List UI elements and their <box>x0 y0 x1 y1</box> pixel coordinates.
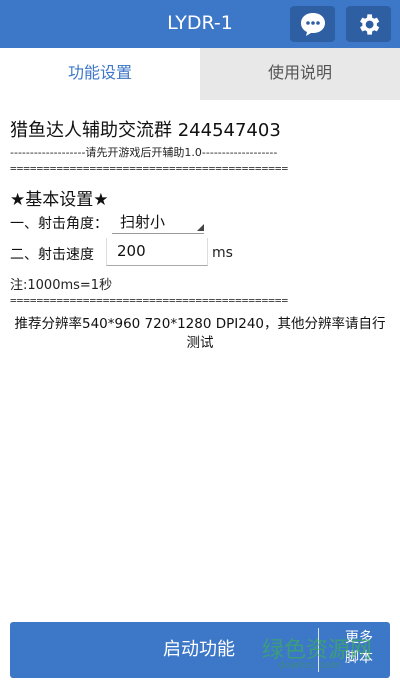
tab-bar: 功能设置 使用说明 <box>0 48 400 100</box>
separator: ========================================… <box>10 294 289 307</box>
section-title: ★基本设置★ <box>10 190 109 210</box>
dropdown-arrow-icon <box>197 224 204 231</box>
angle-label: 一、射击角度： <box>10 216 108 232</box>
angle-select-value: 扫射小 <box>120 213 166 231</box>
title-bar: LYDR-1 <box>0 0 400 48</box>
tab-instructions[interactable]: 使用说明 <box>200 48 400 100</box>
speed-input[interactable]: 200 <box>106 238 208 266</box>
watermark-url: downcc.com <box>278 660 341 671</box>
tab-function-settings[interactable]: 功能设置 <box>0 48 200 100</box>
chat-bubble-icon <box>301 13 325 36</box>
app-title: LYDR-1 <box>167 12 233 34</box>
group-info: 猎鱼达人辅助交流群 244547403 <box>10 120 281 141</box>
resolution-recommendation: 推荐分辨率540*960 720*1280 DPI240，其他分辨率请自行测试 <box>14 316 386 351</box>
angle-select[interactable]: 扫射小 <box>112 208 204 234</box>
gear-icon <box>360 14 380 35</box>
speed-unit: ms <box>212 245 233 261</box>
settings-button[interactable] <box>346 6 391 42</box>
speed-input-value: 200 <box>117 242 146 260</box>
chat-button[interactable] <box>290 6 335 42</box>
speed-label: 二、射击速度 <box>10 247 94 263</box>
note-text: 注:1000ms=1秒 <box>10 278 113 293</box>
separator: ========================================… <box>10 162 289 175</box>
notice-line: -------------------请先开游戏后开辅助1.0---------… <box>10 146 278 159</box>
